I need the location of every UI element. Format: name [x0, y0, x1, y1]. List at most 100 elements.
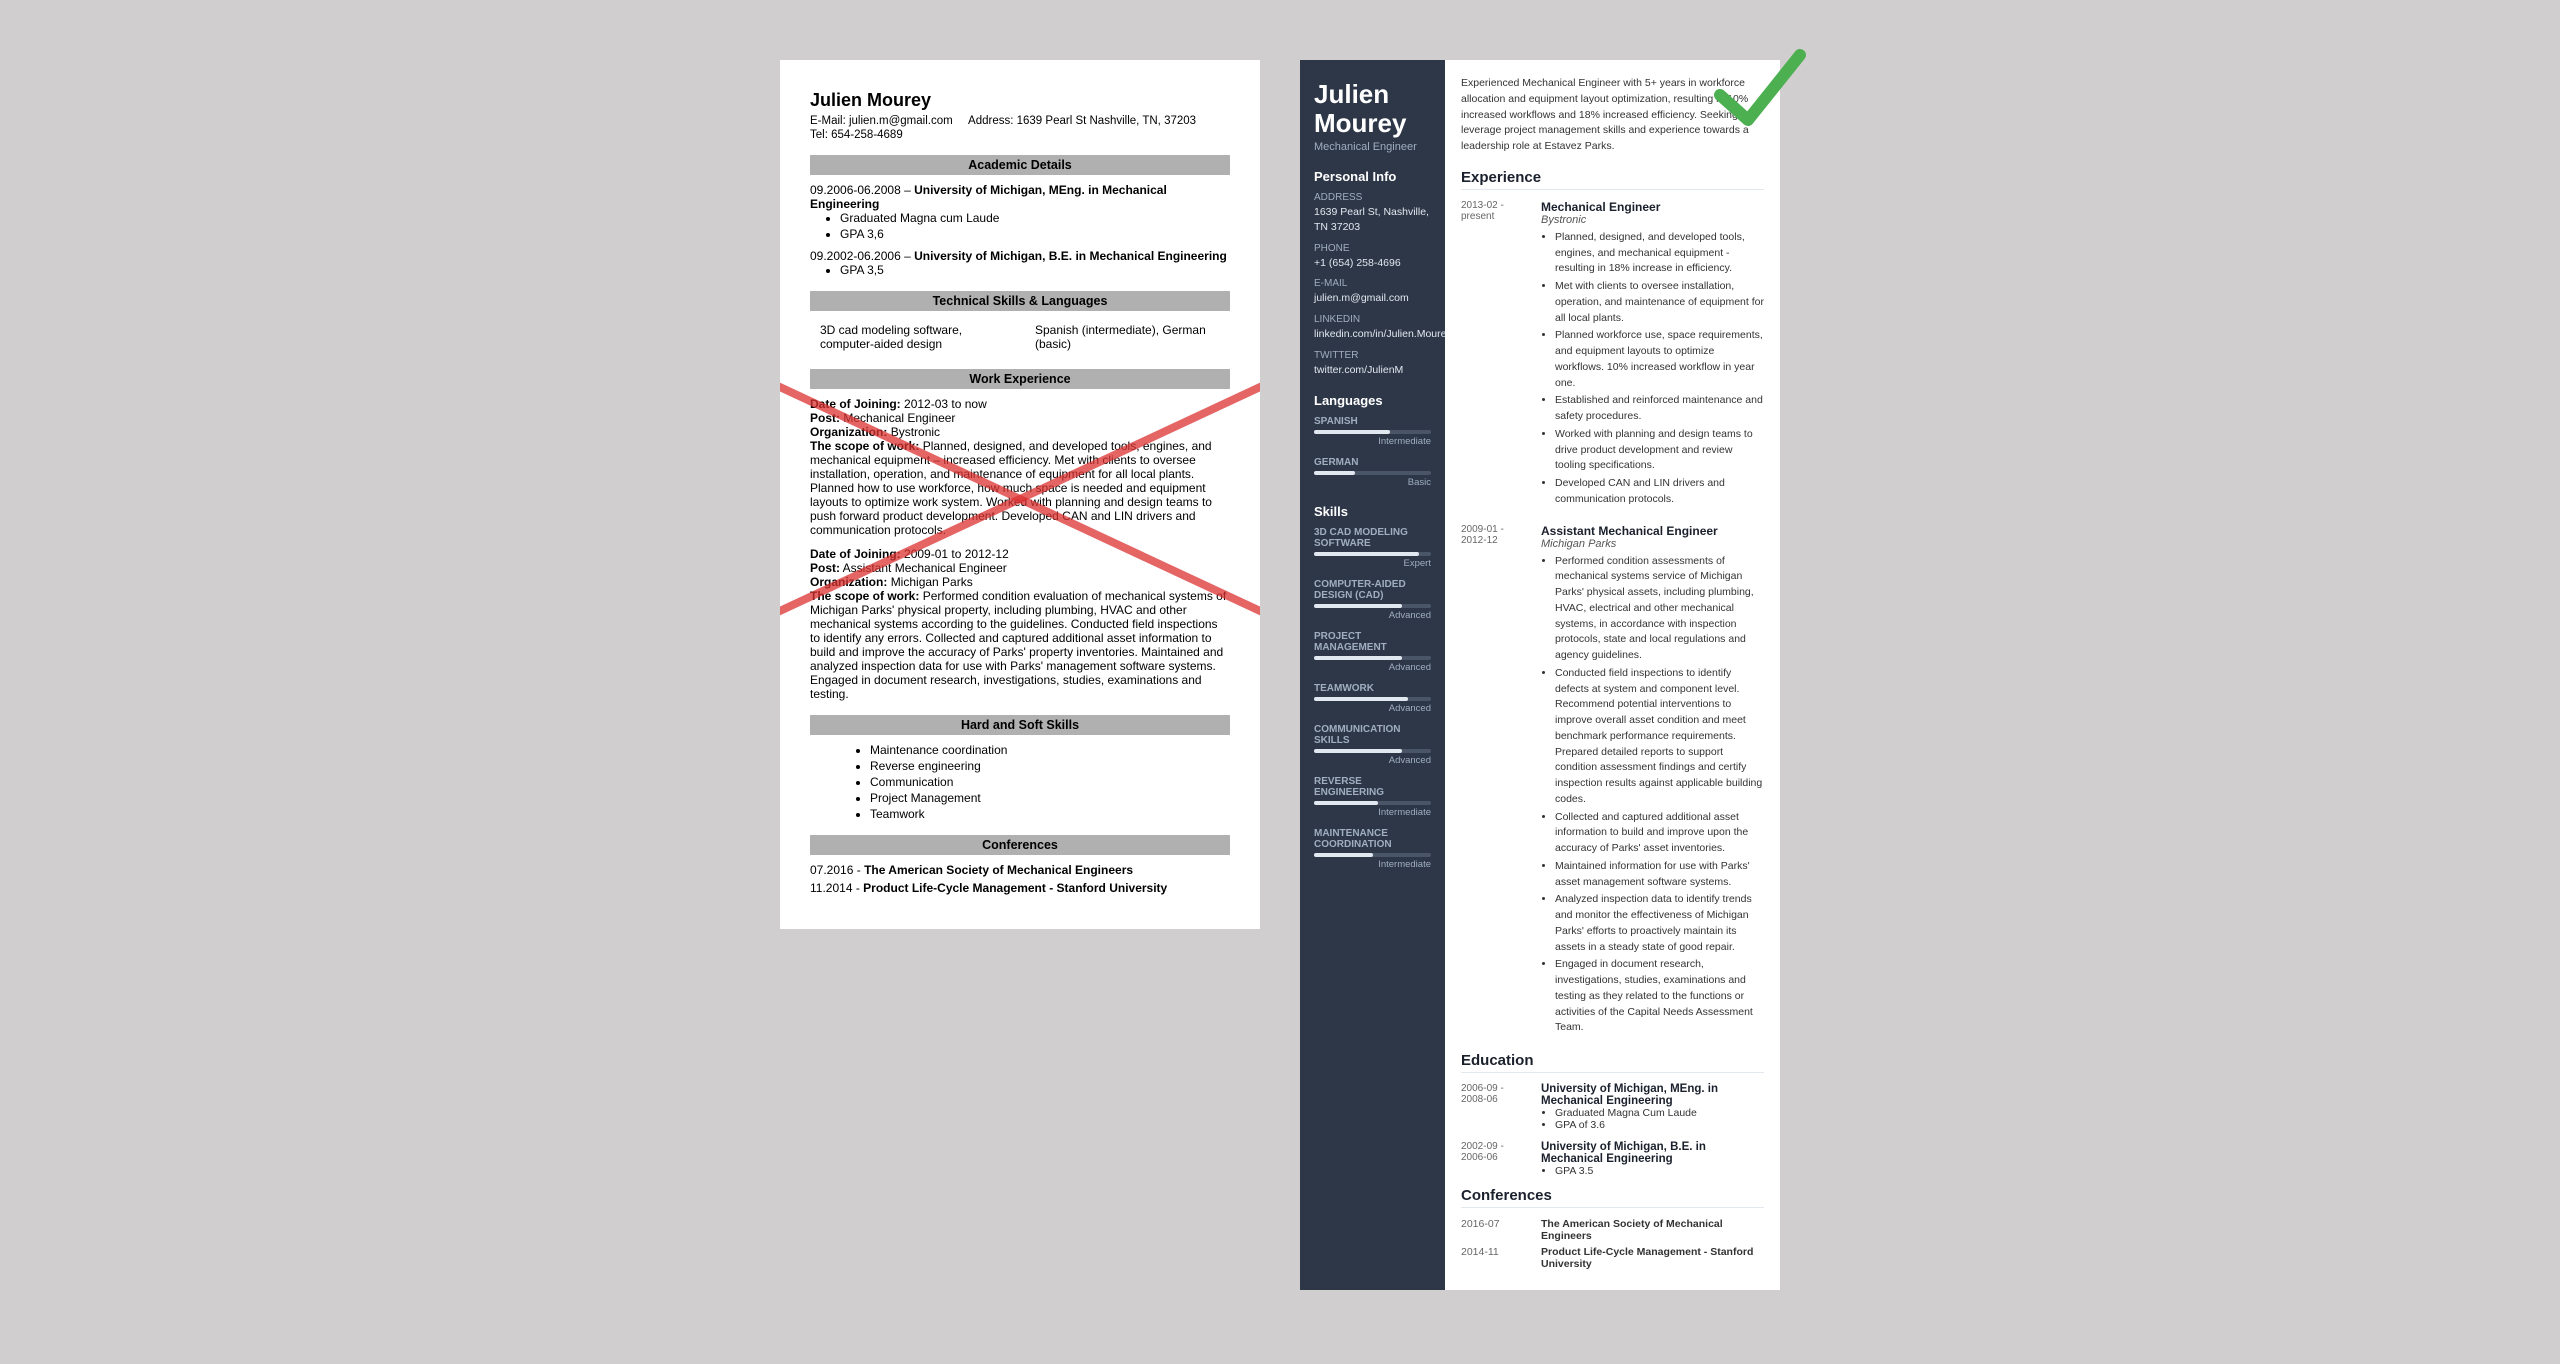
right-exp-1: 2013-02 -present Mechanical Engineer Bys… [1461, 200, 1764, 510]
right-last-name: Mourey [1314, 109, 1431, 138]
list-item: GPA 3.5 [1555, 1165, 1764, 1177]
right-sidebar: Julien Mourey Mechanical Engineer Person… [1300, 60, 1445, 1290]
left-work2-scope-label: The scope of work: [810, 589, 919, 603]
right-title: Mechanical Engineer [1314, 141, 1431, 153]
list-item: Graduated Magna Cum Laude [1555, 1107, 1764, 1119]
right-conf2-date: 2014-11 [1461, 1246, 1531, 1270]
left-work2-date-label: Date of Joining: [810, 547, 901, 561]
left-address-label: Address: [968, 115, 1013, 127]
right-edu-1: 2006-09 -2008-06 University of Michigan,… [1461, 1083, 1764, 1131]
list-item: Maintained information for use with Park… [1555, 859, 1764, 891]
right-twitter: twitter.com/JulienM [1314, 363, 1431, 378]
right-edu1-dates: 2006-09 -2008-06 [1461, 1083, 1531, 1131]
right-skills-header: Skills [1314, 504, 1431, 519]
right-exp1-title: Mechanical Engineer [1541, 200, 1764, 214]
left-conf1-name: The American Society of Mechanical Engin… [864, 863, 1133, 877]
right-name-block: Julien Mourey Mechanical Engineer [1314, 80, 1431, 153]
left-skills-cols: 3D cad modeling software, computer-aided… [810, 319, 1230, 355]
list-item: GPA of 3.6 [1555, 1119, 1764, 1131]
left-conf2-date: 11.2014 [810, 881, 853, 895]
right-edu2-title: University of Michigan, B.E. in Mechanic… [1541, 1141, 1764, 1165]
right-linkedin-label: LinkedIn [1314, 314, 1431, 325]
list-item: Graduated Magna cum Laude [840, 211, 1230, 225]
list-item: Conducted field inspections to identify … [1555, 666, 1764, 808]
left-tel: 654-258-4689 [831, 129, 903, 141]
skill-cad: COMPUTER-AIDED DESIGN (CAD) Advanced [1314, 579, 1431, 621]
list-item: Analyzed inspection data to identify tre… [1555, 892, 1764, 955]
left-tel-label: Tel: [810, 129, 828, 141]
left-hardsoft-header: Hard and Soft Skills [810, 715, 1230, 735]
list-item: Planned workforce use, space requirement… [1555, 328, 1764, 391]
left-email-line: E-Mail: julien.m@gmail.com Address: 1639… [810, 115, 1230, 127]
left-conf1-date: 07.2016 [810, 863, 853, 877]
left-work-2: Date of Joining: 2009-01 to 2012-12 Post… [810, 547, 1230, 701]
right-lang-header: Languages [1314, 393, 1431, 408]
left-work-header: Work Experience [810, 369, 1230, 389]
right-exp2-dates: 2009-01 -2012-12 [1461, 524, 1531, 1039]
right-exp1-dates: 2013-02 -present [1461, 200, 1531, 510]
left-edu-2: 09.2002-06.2006 – University of Michigan… [810, 249, 1230, 277]
left-work1-post: Mechanical Engineer [843, 411, 955, 425]
skill-3dcad: 3D CAD MODELING SOFTWARE Expert [1314, 527, 1431, 569]
left-address: 1639 Pearl St Nashville, TN, 37203 [1017, 115, 1196, 127]
right-edu-2: 2002-09 -2006-06 University of Michigan,… [1461, 1141, 1764, 1177]
left-work1-org: Bystronic [891, 425, 940, 439]
list-item: Planned, designed, and developed tools, … [1555, 230, 1764, 277]
left-conf-2: 11.2014 - Product Life-Cycle Management … [810, 881, 1230, 895]
left-work1-date-label: Date of Joining: [810, 397, 901, 411]
right-first-name: Julien [1314, 80, 1431, 109]
left-work2-post-label: Post: [810, 561, 840, 575]
left-conf-header: Conferences [810, 835, 1230, 855]
right-email-label: E-mail [1314, 278, 1431, 289]
left-work1-scope: Planned, designed, and developed tools, … [810, 439, 1212, 537]
list-item: Met with clients to oversee installation… [1555, 279, 1764, 326]
list-item: Developed CAN and LIN drivers and commun… [1555, 476, 1764, 508]
right-conf-1: 2016-07 The American Society of Mechanic… [1461, 1218, 1764, 1242]
list-item: Reverse engineering [870, 759, 1230, 773]
left-work2-org: Michigan Parks [891, 575, 973, 589]
list-item: Maintenance coordination [870, 743, 1230, 757]
left-email-label: E-Mail: [810, 115, 846, 127]
right-edu2-dates: 2002-09 -2006-06 [1461, 1141, 1531, 1177]
left-work-1: Date of Joining: 2012-03 to now Post: Me… [810, 397, 1230, 537]
right-address: 1639 Pearl St, Nashville, TN 37203 [1314, 205, 1431, 234]
right-exp-2: 2009-01 -2012-12 Assistant Mechanical En… [1461, 524, 1764, 1039]
skill-pm: PROJECT MANAGEMENT Advanced [1314, 631, 1431, 673]
left-work2-post: Assistant Mechanical Engineer [843, 561, 1007, 575]
skill-teamwork: TEAMWORK Advanced [1314, 683, 1431, 714]
skill-maintenance: MAINTENANCE COORDINATION Intermediate [1314, 828, 1431, 870]
list-item: Project Management [870, 791, 1230, 805]
left-technical-header: Technical Skills & Languages [810, 291, 1230, 311]
right-linkedin: linkedin.com/in/Julien.Mourey [1314, 327, 1431, 342]
left-work2-org-label: Organization: [810, 575, 887, 589]
right-resume: Julien Mourey Mechanical Engineer Person… [1300, 60, 1780, 1290]
list-item: GPA 3,6 [840, 227, 1230, 241]
right-conf1-name: The American Society of Mechanical Engin… [1541, 1218, 1764, 1242]
list-item: Collected and captured additional asset … [1555, 810, 1764, 857]
left-name: Julien Mourey [810, 90, 1230, 111]
right-conf1-date: 2016-07 [1461, 1218, 1531, 1242]
left-work2-scope: Performed condition evaluation of mechan… [810, 589, 1226, 701]
right-exp2-title: Assistant Mechanical Engineer [1541, 524, 1764, 538]
left-resume: Julien Mourey E-Mail: julien.m@gmail.com… [780, 60, 1260, 929]
list-item: Teamwork [870, 807, 1230, 821]
right-conf-2: 2014-11 Product Life-Cycle Management - … [1461, 1246, 1764, 1270]
left-conf2-name: Product Life-Cycle Management - Stanford… [863, 881, 1167, 895]
list-item: Engaged in document research, investigat… [1555, 957, 1764, 1036]
right-edu1-title: University of Michigan, MEng. in Mechani… [1541, 1083, 1764, 1107]
left-work2-date: 2009-01 to 2012-12 [904, 547, 1009, 561]
right-address-label: Address [1314, 192, 1431, 203]
skill-comms: COMMUNICATION SKILLS Advanced [1314, 724, 1431, 766]
list-item: Performed condition assessments of mecha… [1555, 554, 1764, 664]
left-edu2-dates: 09.2002-06.2006 [810, 249, 901, 263]
right-conf2-name: Product Life-Cycle Management - Stanford… [1541, 1246, 1764, 1270]
right-exp-header: Experience [1461, 169, 1764, 190]
list-item: Communication [870, 775, 1230, 789]
list-item: Worked with planning and design teams to… [1555, 427, 1764, 474]
right-twitter-label: Twitter [1314, 350, 1431, 361]
right-phone: +1 (654) 258-4696 [1314, 256, 1431, 271]
list-item: GPA 3,5 [840, 263, 1230, 277]
left-email: julien.m@gmail.com [849, 115, 953, 127]
left-edu2-degree: University of Michigan, B.E. in Mechanic… [914, 249, 1227, 263]
left-work1-date: 2012-03 to now [904, 397, 987, 411]
